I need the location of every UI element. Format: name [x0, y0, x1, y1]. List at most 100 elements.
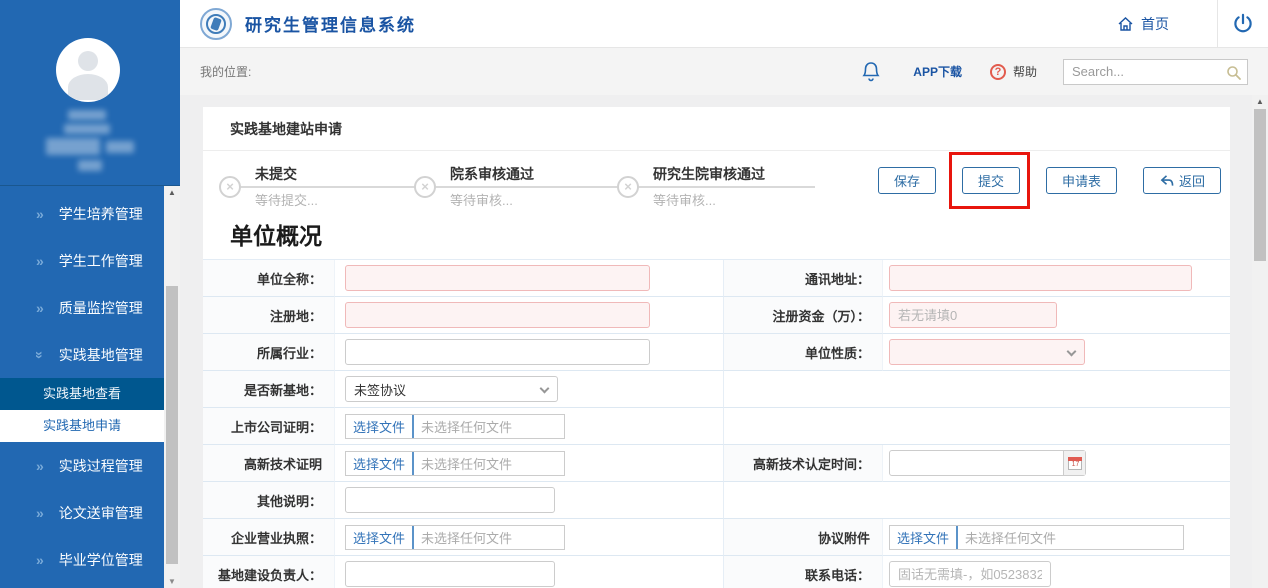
- chevron-right-icon: »: [36, 458, 44, 474]
- chevron-right-icon: »: [36, 505, 44, 521]
- step-title: 未提交: [255, 164, 297, 184]
- chevron-right-icon: »: [36, 253, 44, 269]
- choose-file-button[interactable]: 选择文件: [890, 528, 956, 547]
- field-label-phone: 联系电话：: [723, 556, 883, 588]
- address-input[interactable]: [889, 265, 1192, 291]
- field-label-reg-capital: 注册资金（万）：: [723, 297, 883, 334]
- agreement-file-input[interactable]: 选择文件 未选择任何文件: [889, 525, 1184, 550]
- sidebar-item-label: 质量监控管理: [59, 298, 143, 318]
- logout-button[interactable]: [1218, 0, 1268, 48]
- sidebar-item-quality-monitor[interactable]: » 质量监控管理: [0, 284, 164, 331]
- listed-proof-file-input[interactable]: 选择文件 未选择任何文件: [345, 414, 565, 439]
- step-status-icon: ×: [617, 176, 639, 198]
- chevron-down-icon: »: [32, 351, 48, 359]
- other-note-input[interactable]: [345, 487, 555, 513]
- chevron-right-icon: »: [36, 300, 44, 316]
- choose-file-button[interactable]: 选择文件: [346, 528, 412, 547]
- sidebar-item-graduation-degree[interactable]: » 毕业学位管理: [0, 536, 164, 583]
- back-button[interactable]: 返回: [1143, 167, 1221, 194]
- step-subtitle: 等待审核...: [450, 190, 513, 209]
- base-leader-input[interactable]: [345, 561, 555, 587]
- home-link[interactable]: 首页: [1117, 14, 1169, 34]
- choose-file-button[interactable]: 选择文件: [346, 417, 412, 436]
- reg-capital-input[interactable]: [889, 302, 1057, 328]
- field-label-unit-name: 单位全称：: [203, 260, 335, 297]
- field-label-agreement: 协议附件: [723, 519, 883, 556]
- search-icon[interactable]: [1226, 65, 1242, 81]
- sidebar-menu: » 学生培养管理 » 学生工作管理 » 质量监控管理 » 实践基地管理 实践基地…: [0, 187, 164, 583]
- redacted-username: [68, 110, 106, 120]
- save-button[interactable]: 保存: [878, 167, 936, 194]
- sidebar-subitem-label: 实践基地申请: [43, 418, 121, 433]
- step-subtitle: 等待审核...: [653, 190, 716, 209]
- page-scrollbar[interactable]: ▲: [1252, 95, 1268, 588]
- university-logo-icon: [200, 8, 232, 40]
- sidebar-scrollbar-thumb[interactable]: [166, 286, 178, 564]
- notifications-button[interactable]: [861, 61, 881, 82]
- reg-place-input[interactable]: [345, 302, 650, 328]
- sidebar-profile: [0, 0, 180, 186]
- calendar-button[interactable]: [1063, 451, 1085, 475]
- new-base-select-value: 未签协议: [354, 380, 406, 399]
- application-form-button[interactable]: 申请表: [1046, 167, 1117, 194]
- help-link[interactable]: ? 帮助: [990, 63, 1037, 80]
- file-status-text: 未选择任何文件: [958, 528, 1056, 547]
- sidebar-item-label: 毕业学位管理: [59, 550, 143, 570]
- field-label-new-base: 是否新基地：: [203, 371, 335, 408]
- sidebar-item-student-training[interactable]: » 学生培养管理: [0, 190, 164, 237]
- new-base-select[interactable]: 未签协议: [345, 376, 558, 402]
- field-label-listed-proof: 上市公司证明：: [203, 408, 335, 445]
- license-file-input[interactable]: 选择文件 未选择任何文件: [345, 525, 565, 550]
- hitech-time-date-input[interactable]: [889, 450, 1086, 476]
- search-input[interactable]: [1064, 60, 1247, 84]
- toolbar: 我的位置: APP下载 ? 帮助: [180, 48, 1268, 95]
- chevron-down-icon: [540, 384, 550, 394]
- file-status-text: 未选择任何文件: [414, 528, 512, 547]
- field-label-hitech-proof: 高新技术证明: [203, 445, 335, 482]
- sidebar-item-student-work[interactable]: » 学生工作管理: [0, 237, 164, 284]
- industry-input[interactable]: [345, 339, 650, 365]
- app-download-link[interactable]: APP下载: [913, 63, 962, 80]
- breadcrumb: 我的位置:: [200, 63, 251, 80]
- hitech-proof-file-input[interactable]: 选择文件 未选择任何文件: [345, 451, 565, 476]
- calendar-icon: [1068, 457, 1082, 470]
- sidebar-item-thesis-review[interactable]: » 论文送审管理: [0, 489, 164, 536]
- phone-input[interactable]: [889, 561, 1051, 587]
- sidebar-item-practice-base[interactable]: » 实践基地管理: [0, 331, 164, 378]
- sidebar-item-label: 实践过程管理: [59, 456, 143, 476]
- action-buttons: 保存 提交 申请表 返回: [878, 167, 1221, 194]
- scroll-up-icon[interactable]: ▲: [1252, 97, 1268, 106]
- unit-nature-select[interactable]: [889, 339, 1085, 365]
- unit-name-input[interactable]: [345, 265, 650, 291]
- power-icon: [1232, 13, 1254, 35]
- search-box: [1063, 59, 1248, 85]
- question-icon: ?: [990, 64, 1006, 80]
- choose-file-button[interactable]: 选择文件: [346, 454, 412, 473]
- field-label-address: 通讯地址：: [723, 260, 883, 297]
- field-label-base-leader: 基地建设负责人：: [203, 556, 335, 588]
- scroll-down-icon[interactable]: ▼: [164, 577, 180, 586]
- field-label-industry: 所属行业：: [203, 334, 335, 371]
- redacted-user-info: [64, 124, 110, 134]
- step-subtitle: 等待提交...: [255, 190, 318, 209]
- submit-button[interactable]: 提交: [962, 167, 1020, 194]
- field-label-reg-place: 注册地：: [203, 297, 335, 334]
- avatar[interactable]: [56, 38, 120, 102]
- sidebar-item-practice-process[interactable]: » 实践过程管理: [0, 442, 164, 489]
- main-panel: 实践基地建站申请 × × × 未提交 等待提交... 院系审核通过 等待审核..…: [203, 107, 1230, 588]
- sidebar: » 学生培养管理 » 学生工作管理 » 质量监控管理 » 实践基地管理 实践基地…: [0, 0, 180, 588]
- field-label-other-note: 其他说明：: [203, 482, 335, 519]
- sidebar-scrollbar[interactable]: ▲ ▼: [164, 186, 180, 588]
- field-label-unit-nature: 单位性质：: [723, 334, 883, 371]
- sidebar-item-label: 实践基地管理: [59, 345, 143, 365]
- scroll-up-icon[interactable]: ▲: [164, 188, 180, 197]
- step-title: 研究生院审核通过: [653, 164, 765, 184]
- field-label-license: 企业营业执照：: [203, 519, 335, 556]
- back-arrow-icon: [1159, 174, 1174, 188]
- file-status-text: 未选择任何文件: [414, 417, 512, 436]
- page-scrollbar-thumb[interactable]: [1254, 109, 1266, 261]
- sidebar-subitem-practice-base-view[interactable]: 实践基地查看: [0, 378, 164, 410]
- sidebar-subitem-practice-base-apply[interactable]: 实践基地申请: [0, 410, 164, 442]
- app-title: 研究生管理信息系统: [245, 11, 416, 36]
- unit-overview-form: 单位全称： 通讯地址： 注册地： 注册资金（万）： 所属行业： 单位性质： 是否…: [203, 259, 1230, 588]
